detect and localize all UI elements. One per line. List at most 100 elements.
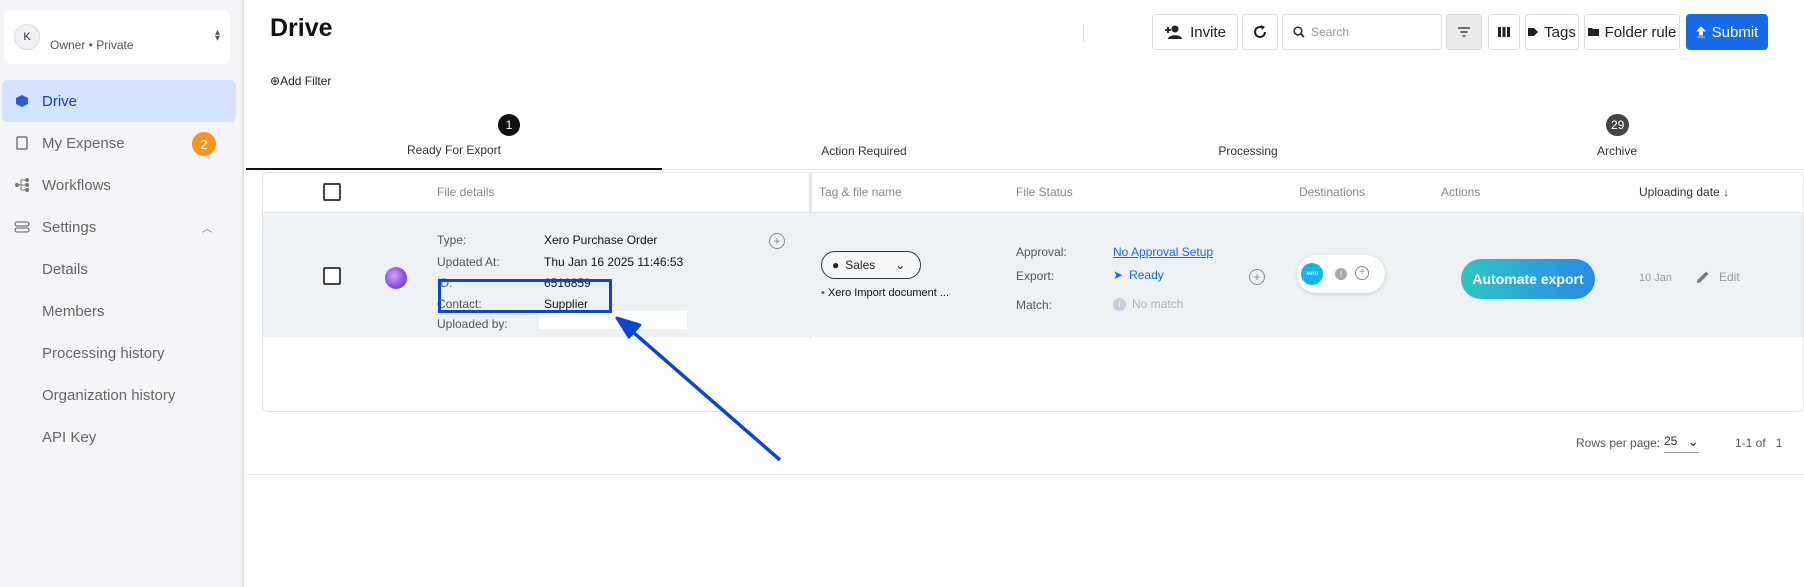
tags-label: Tags (1544, 23, 1576, 41)
automate-export-button[interactable]: Automate export (1461, 259, 1595, 299)
unfold-icon: ▴ ▾ (214, 27, 220, 44)
pencil-icon (1697, 271, 1709, 283)
tab-label: Processing (1218, 144, 1278, 158)
sidebar: K Owner • Private ▴▾ Drive My Expense 2 (0, 0, 244, 587)
invite-label: Invite (1190, 23, 1226, 41)
match-status: i No match (1113, 297, 1183, 311)
folder-rule-button[interactable]: Folder rule (1584, 14, 1680, 50)
header-file-details: File details (437, 185, 495, 199)
filter-lines-icon (1458, 27, 1470, 37)
tag-icon (1528, 28, 1539, 36)
header-uploading-date[interactable]: Uploading date ↓ (1639, 185, 1729, 199)
destination-pill[interactable]: xero ! + (1297, 255, 1385, 293)
sidebar-subitem-details[interactable]: Details (0, 248, 244, 290)
upload-icon (1695, 26, 1706, 38)
org-role: Owner • Private (50, 38, 134, 52)
tag-select[interactable]: ● Sales ⌄ (821, 251, 921, 279)
org-name-redacted (48, 10, 202, 40)
select-all-checkbox[interactable] (323, 183, 341, 201)
edit-button[interactable]: Edit (1695, 269, 1740, 285)
table-row[interactable]: Type: Xero Purchase Order Updated At: Th… (263, 213, 1803, 337)
search-input[interactable] (1311, 25, 1441, 39)
type-label: Type: (437, 233, 467, 247)
page-range-text: 1-1 of (1735, 436, 1766, 450)
tab-processing[interactable]: Processing (1066, 110, 1430, 170)
folder-icon (1587, 28, 1599, 36)
row-checkbox[interactable] (323, 267, 341, 285)
header-file-status: File Status (1016, 185, 1073, 199)
columns-icon (1498, 27, 1510, 37)
rows-per-page-label: Rows per page: (1576, 436, 1661, 450)
person-add-icon (1165, 25, 1183, 39)
export-status: ➤ Ready (1113, 268, 1164, 282)
drive-icon (16, 95, 28, 107)
sidebar-item-drive[interactable]: Drive (2, 80, 236, 122)
app-root: K Owner • Private ▴▾ Drive My Expense 2 (0, 0, 1804, 587)
org-switcher[interactable]: K Owner • Private ▴ ▾ (4, 10, 230, 64)
edit-label: Edit (1719, 270, 1740, 284)
submit-button[interactable]: Submit (1686, 14, 1768, 50)
settings-sliders-icon (14, 221, 30, 233)
tab-label: Archive (1596, 144, 1637, 158)
refresh-icon (1254, 25, 1266, 38)
sidebar-subitem-members[interactable]: Members (0, 290, 244, 332)
updated-label: Updated At: (437, 255, 500, 269)
add-circle-icon: ⊕ (270, 74, 281, 88)
toolbar-divider (1083, 24, 1084, 42)
content-bottom-border (246, 474, 1804, 475)
add-filter-label: Add Filter (280, 74, 332, 88)
approval-label: Approval: (1016, 245, 1067, 259)
uploaded-by-label: Uploaded by: (437, 317, 508, 331)
updated-value: Thu Jan 16 2025 11:46:53 (544, 255, 684, 269)
invite-button[interactable]: Invite (1152, 14, 1238, 50)
uploader-avatar (385, 267, 407, 289)
sidebar-subitem-organization-history[interactable]: Organization history (0, 374, 244, 416)
sidebar-item-workflows[interactable]: Workflows (0, 164, 244, 206)
tab-action-required[interactable]: Action Required (662, 110, 1066, 170)
info-icon: i (1113, 297, 1126, 311)
dot-icon: ● (832, 258, 840, 272)
sidebar-subitem-processing-history[interactable]: Processing history (0, 332, 244, 374)
folder-rule-label: Folder rule (1604, 23, 1677, 41)
refresh-button[interactable] (1242, 14, 1278, 50)
sidebar-item-label: Settings (42, 218, 97, 236)
sort-label: Uploading date (1639, 185, 1720, 199)
sidebar-item-settings[interactable]: Settings ︿ (0, 206, 244, 248)
columns-button[interactable] (1488, 14, 1520, 50)
chevron-down-icon: ⌄ (1687, 433, 1700, 449)
sidebar-item-label: My Expense (42, 134, 125, 152)
search-box[interactable] (1282, 14, 1442, 50)
tag-value: Sales (845, 258, 876, 272)
file-name[interactable]: ▪ Xero Import document ... (821, 287, 949, 299)
filter-button[interactable] (1446, 14, 1482, 50)
toolbar: Invite Search Tags Folder rule Submit (246, 14, 1804, 50)
arrow-down-icon: ↓ (1723, 185, 1730, 199)
uploaded-by-redacted (539, 311, 687, 329)
page-range: 1-1 of 1 (1735, 436, 1782, 450)
approval-setup-link[interactable]: No Approval Setup (1113, 245, 1213, 259)
org-avatar: K (14, 24, 40, 50)
tab-label: Action Required (821, 144, 907, 158)
add-filter-button[interactable]: ⊕Add Filter (270, 74, 331, 88)
match-label: Match: (1016, 298, 1053, 312)
send-icon: ➤ (1113, 268, 1124, 282)
sidebar-nav: Drive My Expense 2 Workflows Settings ︿ … (0, 80, 244, 458)
pagination: Rows per page: 25 ⌄ 1-1 of 1 (1576, 434, 1796, 460)
add-status-icon[interactable]: + (1249, 269, 1265, 285)
type-value: Xero Purchase Order (544, 233, 658, 247)
add-detail-icon[interactable]: + (769, 233, 785, 249)
match-status-text: No match (1132, 297, 1184, 311)
sidebar-item-my-expense[interactable]: My Expense 2 (0, 122, 244, 164)
tab-archive[interactable]: Archive 29 (1430, 110, 1804, 170)
sidebar-subitem-api-key[interactable]: API Key (0, 416, 244, 458)
sidebar-item-label: Drive (42, 92, 78, 110)
add-destination-icon[interactable]: + (1355, 266, 1369, 280)
submit-label: Submit (1711, 23, 1759, 41)
header-tag-file-name: Tag & file name (819, 185, 902, 199)
search-icon (1293, 26, 1305, 38)
rows-per-page-select[interactable]: 25 ⌄ (1664, 433, 1700, 453)
receipt-icon (16, 136, 28, 150)
tab-ready-for-export[interactable]: Ready For Export 1 (246, 110, 662, 170)
workflow-icon (15, 178, 29, 192)
tags-button[interactable]: Tags (1525, 14, 1579, 50)
